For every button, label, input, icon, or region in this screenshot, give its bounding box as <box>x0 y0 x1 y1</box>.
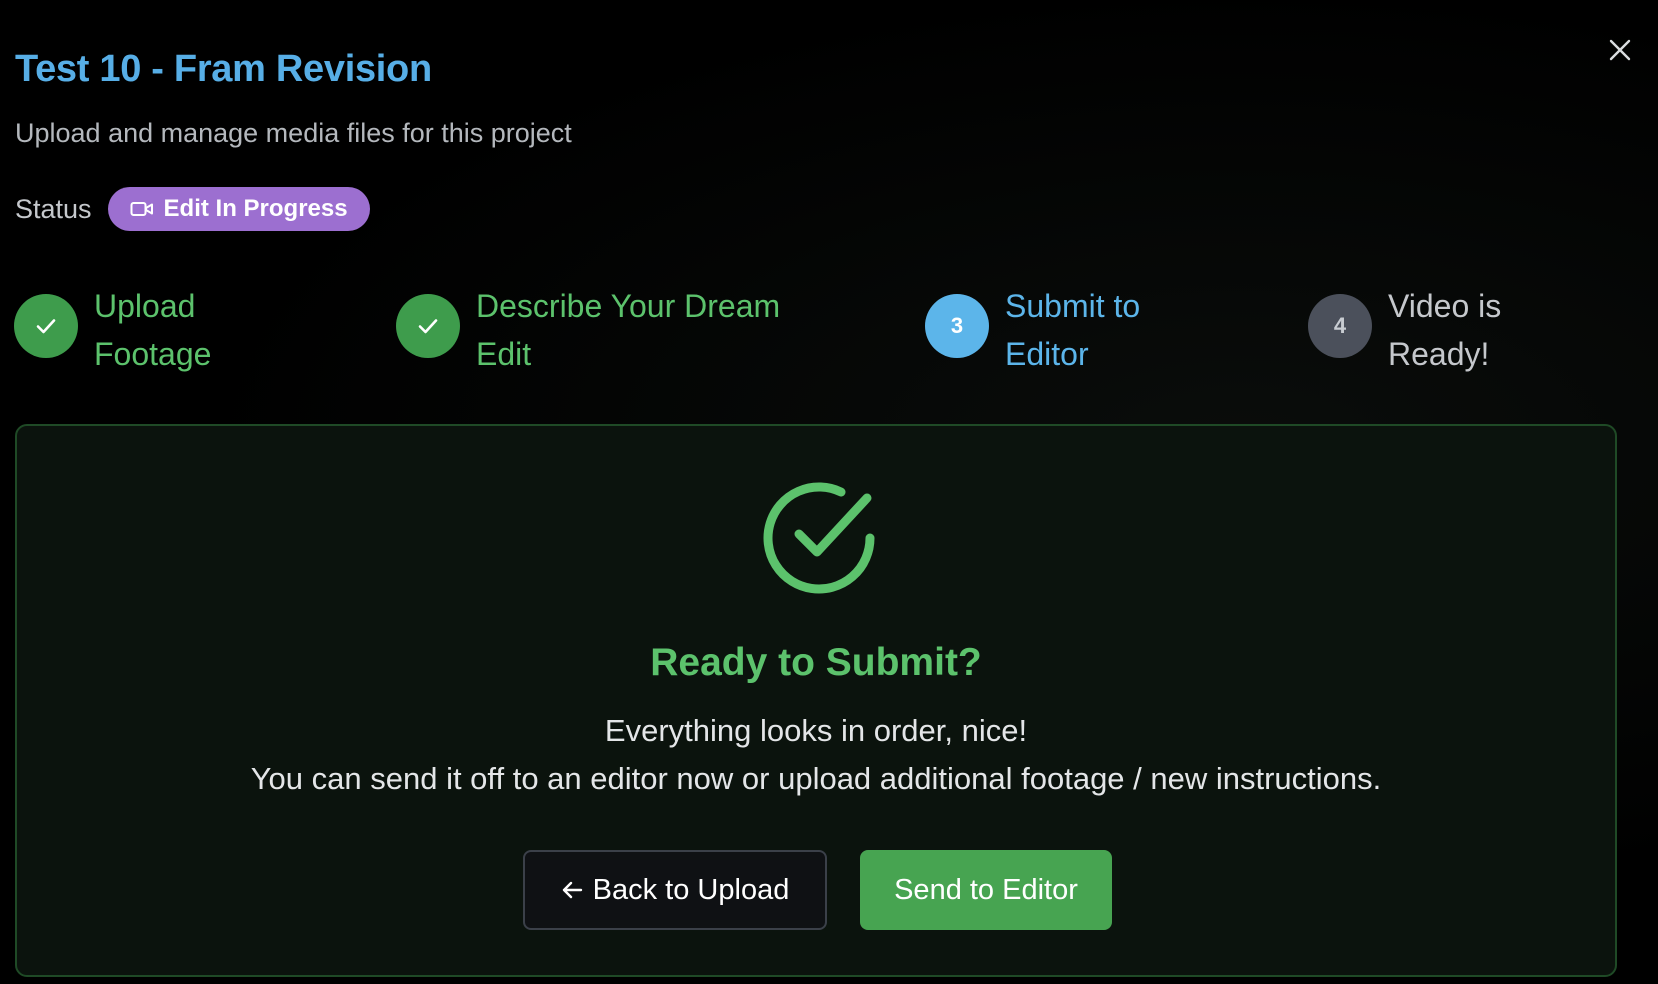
step-label-line2: Edit <box>476 336 532 372</box>
status-badge-text: Edit In Progress <box>163 195 348 222</box>
close-icon <box>1609 39 1631 61</box>
step-video-ready: 4 Video is Ready! <box>1308 282 1501 378</box>
step-label: Video is Ready! <box>1388 282 1501 378</box>
step-label-line1: Video is <box>1388 288 1502 324</box>
check-icon <box>36 319 56 334</box>
step-complete-marker <box>14 294 78 358</box>
page-title: Test 10 - Fram Revision <box>15 48 432 90</box>
panel-title: Ready to Submit? <box>650 641 982 684</box>
video-camera-icon <box>130 202 153 216</box>
project-modal: Test 10 - Fram Revision Upload and manag… <box>0 0 1658 984</box>
status-row: Status Edit In Progress <box>15 187 370 231</box>
step-label-line1: Describe Your Dream <box>476 288 781 324</box>
step-label-line2: Ready! <box>1388 336 1490 372</box>
close-button[interactable] <box>1600 30 1640 70</box>
send-to-editor-button[interactable]: Send to Editor <box>860 850 1112 930</box>
step-label-line2: Footage <box>94 336 212 372</box>
page-subtitle: Upload and manage media files for this p… <box>15 118 572 148</box>
step-label-line2: Editor <box>1005 336 1089 372</box>
back-to-upload-button[interactable]: Back to Upload <box>523 850 827 930</box>
check-icon <box>418 319 438 334</box>
status-label: Status <box>15 193 92 224</box>
panel-message-line1: Everything looks in order, nice! <box>604 713 1028 748</box>
back-to-upload-label: Back to Upload <box>592 873 790 906</box>
step-number-marker: 4 <box>1308 294 1372 358</box>
step-label: Submit to Editor <box>1005 282 1140 378</box>
submit-panel: Ready to Submit? Everything looks in ord… <box>15 424 1617 977</box>
step-label-line1: Submit to <box>1005 288 1141 324</box>
send-to-editor-label: Send to Editor <box>894 873 1078 906</box>
step-submit-to-editor: 3 Submit to Editor <box>925 282 1140 378</box>
status-badge: Edit In Progress <box>107 187 370 231</box>
step-label: Upload Footage <box>94 282 211 378</box>
step-upload-footage: Upload Footage <box>14 282 211 378</box>
step-label: Describe Your Dream Edit <box>476 282 780 378</box>
step-label-line1: Upload <box>94 288 196 324</box>
arrow-left-icon <box>562 881 582 899</box>
check-circle-icon <box>763 482 875 594</box>
panel-message-line2: You can send it off to an editor now or … <box>250 761 1382 796</box>
step-describe-edit: Describe Your Dream Edit <box>396 282 780 378</box>
step-number-marker: 3 <box>925 294 989 358</box>
step-complete-marker <box>396 294 460 358</box>
